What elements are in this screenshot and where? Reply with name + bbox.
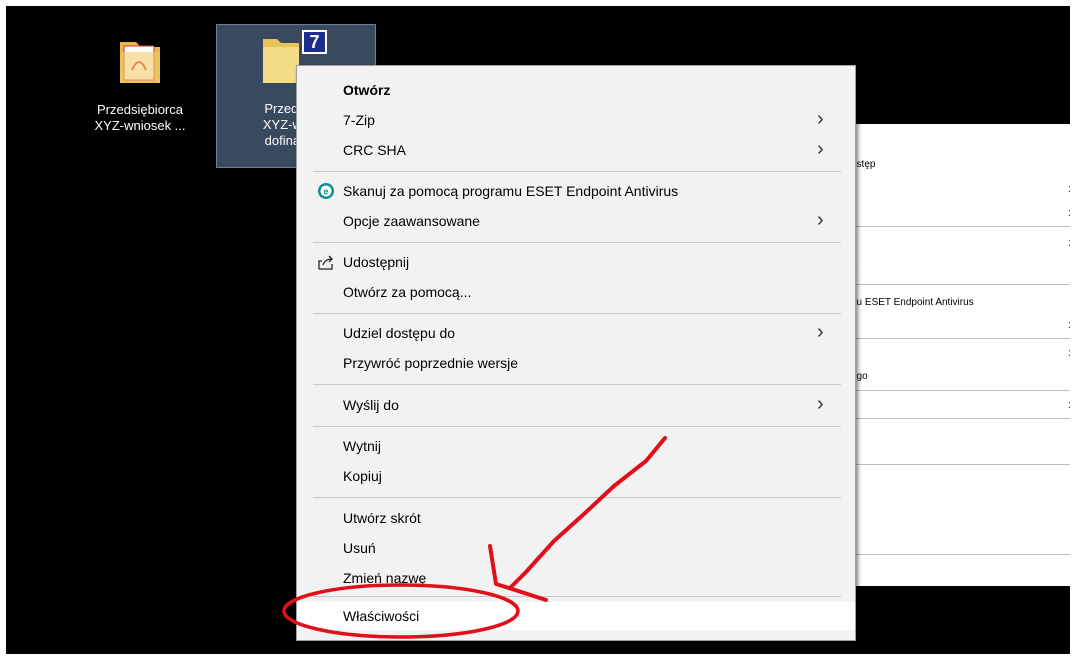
menu-item-cut[interactable]: Wytnij <box>297 432 855 460</box>
back-menu-row: › <box>849 232 1070 254</box>
chevron-right-icon: › <box>817 209 824 231</box>
menu-item-open[interactable]: Otwórz <box>297 76 855 104</box>
divider <box>849 464 1070 465</box>
divider <box>849 390 1070 391</box>
icon-label-line2: XYZ-wniosek ... <box>94 118 186 133</box>
menu-item-delete[interactable]: Usuń <box>297 534 855 562</box>
chevron-right-icon: › <box>1068 232 1070 254</box>
svg-text:e: e <box>323 187 328 197</box>
divider <box>313 426 841 427</box>
chevron-right-icon: › <box>817 321 824 343</box>
chevron-right-icon: › <box>1068 394 1070 416</box>
divider <box>313 384 841 385</box>
menu-item-label: Otwórz <box>343 82 391 98</box>
back-menu-text: nu ESET Endpoint Antivirus <box>851 297 974 308</box>
chevron-right-icon: › <box>817 138 824 160</box>
7zip-badge-icon: 7 <box>302 30 327 54</box>
menu-item-label: Przywróć poprzednie wersje <box>343 355 519 371</box>
chevron-right-icon: › <box>1068 178 1070 200</box>
back-menu-row: ostęp <box>849 154 1070 176</box>
menu-item-label: Otwórz za pomocą... <box>343 284 472 300</box>
desktop: Przedsiębiorca XYZ-wniosek ... Przedsi X… <box>6 6 1070 654</box>
chevron-right-icon: › <box>1068 314 1070 336</box>
back-menu-row: nu ESET Endpoint Antivirus <box>849 292 1070 314</box>
share-icon <box>318 255 333 270</box>
menu-item-create-shortcut[interactable]: Utwórz skrót <box>297 504 855 532</box>
chevron-right-icon: › <box>817 393 824 415</box>
divider <box>849 284 1070 285</box>
menu-item-share[interactable]: Udostępnij <box>297 248 855 276</box>
eset-icon: e <box>318 183 334 199</box>
menu-item-give-access[interactable]: Udziel dostępu do › <box>297 319 855 347</box>
divider <box>849 226 1070 227</box>
menu-item-label: Wyślij do <box>343 397 399 413</box>
menu-item-eset-scan[interactable]: e Skanuj za pomocą programu ESET Endpoin… <box>297 177 855 205</box>
menu-item-label: Usuń <box>343 540 376 556</box>
context-menu: Otwórz 7-Zip › CRC SHA › e Skanuj za pomoc… <box>296 65 856 641</box>
divider <box>849 418 1070 419</box>
divider <box>313 313 841 314</box>
menu-item-open-with[interactable]: Otwórz za pomocą... <box>297 278 855 306</box>
back-menu-row: › <box>849 394 1070 416</box>
back-menu-row: › <box>849 178 1070 200</box>
menu-item-advanced-options[interactable]: Opcje zaawansowane › <box>297 207 855 235</box>
menu-item-label: Wytnij <box>343 438 381 454</box>
menu-item-restore-versions[interactable]: Przywróć poprzednie wersje <box>297 349 855 377</box>
menu-item-label: Właściwości <box>343 608 420 624</box>
menu-item-label: CRC SHA <box>343 142 407 158</box>
back-menu-row: ego <box>849 366 1070 388</box>
divider <box>313 242 841 243</box>
menu-item-crc-sha[interactable]: CRC SHA › <box>297 136 855 164</box>
chevron-right-icon: › <box>817 108 824 130</box>
menu-item-label: Utwórz skrót <box>343 510 421 526</box>
menu-item-label: Udziel dostępu do <box>343 325 456 341</box>
icon-label-line1: Przedsiębiorca <box>97 102 183 117</box>
chevron-right-icon: › <box>1068 202 1070 224</box>
menu-item-label: Kopiuj <box>343 468 382 484</box>
back-menu-row: › <box>849 342 1070 364</box>
divider <box>313 596 841 597</box>
pdf-file-icon <box>120 42 160 83</box>
menu-item-rename[interactable]: Zmień nazwę <box>297 564 855 592</box>
divider <box>313 171 841 172</box>
desktop-file-icon-1[interactable]: Przedsiębiorca XYZ-wniosek ... <box>72 30 208 150</box>
menu-item-properties[interactable]: Właściwości <box>297 602 855 630</box>
menu-item-label: Zmień nazwę <box>343 570 427 586</box>
back-menu-row: › <box>849 202 1070 224</box>
menu-item-label: Udostępnij <box>343 254 410 270</box>
menu-item-send-to[interactable]: Wyślij do › <box>297 391 855 419</box>
divider <box>849 338 1070 339</box>
menu-item-7zip[interactable]: 7-Zip › <box>297 106 855 134</box>
menu-item-label: Skanuj za pomocą programu ESET Endpoint … <box>343 183 679 199</box>
menu-item-label: 7-Zip <box>343 112 375 128</box>
background-context-menu: ostęp › › › e nu ESET Endpoint Antivirus… <box>848 124 1070 586</box>
back-menu-row: › <box>849 314 1070 336</box>
menu-item-copy[interactable]: Kopiuj <box>297 462 855 490</box>
back-menu-row: e <box>849 258 1070 280</box>
chevron-right-icon: › <box>1068 342 1070 364</box>
divider <box>313 497 841 498</box>
menu-item-label: Opcje zaawansowane <box>343 213 480 229</box>
divider <box>849 554 1070 555</box>
zip-folder-icon <box>263 39 299 83</box>
